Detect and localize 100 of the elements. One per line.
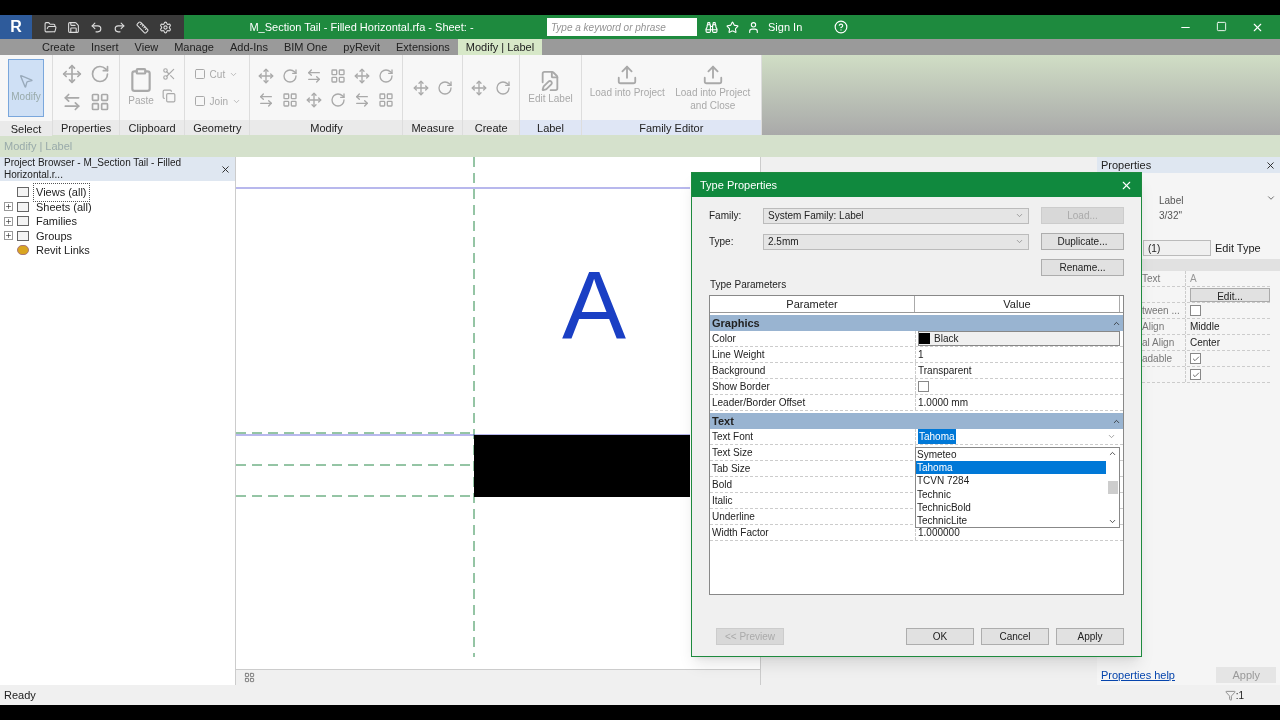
star-icon[interactable] [726,20,739,34]
tool-icon[interactable] [282,91,299,108]
edit-button[interactable]: Edit... [1190,287,1270,302]
ribbon-tab[interactable]: Add-Ins [221,39,276,55]
app-menu-button[interactable]: R [0,15,32,39]
open-icon[interactable] [44,20,57,34]
tool-icon[interactable] [90,63,111,84]
tool-icon[interactable] [436,79,453,96]
field-label: Type: [709,235,735,249]
tool-icon[interactable] [495,79,512,96]
tool-icon[interactable] [282,67,299,84]
font-option[interactable]: TechnicBold [916,500,1106,514]
ribbon-tab[interactable]: pyRevit [335,39,388,55]
tree-item-icon [17,187,29,198]
tool-icon[interactable] [258,91,275,108]
group-header[interactable]: Graphics [712,314,760,332]
field-label: Family: [709,209,743,223]
binoculars-icon[interactable] [705,20,718,34]
maximize-icon[interactable] [1216,20,1227,32]
ruler-icon[interactable] [136,20,149,34]
tool-icon[interactable] [354,67,371,84]
ribbon-tab[interactable]: Extensions [388,39,458,55]
tree-item[interactable]: Views (all) [33,183,90,202]
tool-icon[interactable] [306,67,323,84]
tool-icon[interactable] [90,91,111,112]
checkbox[interactable] [1190,369,1201,380]
close-icon[interactable] [220,163,231,175]
filter-icon[interactable] [1224,689,1236,701]
scroll-up-icon[interactable] [1108,449,1117,458]
dialog-button[interactable]: Rename... [1041,259,1124,276]
tool-icon[interactable] [378,91,395,108]
sign-in-button[interactable]: Sign In [768,18,803,36]
tool-icon[interactable] [330,67,347,84]
ribbon-tab[interactable]: View [126,39,167,55]
dialog-button[interactable]: OK [906,628,974,645]
scroll-down-icon[interactable] [1108,517,1117,526]
expand-icon[interactable] [4,231,13,241]
group-header[interactable]: Text [712,412,734,430]
user-icon[interactable] [747,20,760,34]
options-bar-label: Modify | Label [4,138,73,154]
tool-icon[interactable] [471,79,488,96]
view-control-icon[interactable] [244,672,255,683]
help-link[interactable]: Properties help [1101,666,1175,684]
parameter-name: Color [711,332,737,346]
expand-icon[interactable] [4,216,13,226]
copy-icon[interactable] [162,89,177,103]
tool-icon[interactable] [378,67,395,84]
caret-icon [1015,211,1024,220]
search-field[interactable]: Type a keyword or phrase [547,18,697,36]
scissors-icon[interactable] [162,67,177,81]
checkbox[interactable] [918,381,929,392]
ribbon-tab[interactable]: Manage [166,39,222,55]
type-dropdown[interactable]: 2.5mm [763,233,1029,250]
caret-icon [1015,237,1024,246]
label-text: A [562,255,627,355]
dialog-button[interactable]: Apply [1056,628,1124,645]
tool-icon[interactable] [306,91,323,108]
property-label: Align [1142,320,1165,334]
parameter-name: Text Size [711,446,754,460]
dialog-button[interactable]: Cancel [981,628,1049,645]
parameter-value: 1.0000 mm [918,396,969,410]
scroll-thumb[interactable] [1107,481,1118,494]
ribbon-tab[interactable]: Insert [83,39,127,55]
tool-icon[interactable] [330,91,347,108]
checkbox[interactable] [1190,353,1201,364]
tool-icon[interactable] [62,63,83,84]
help-icon[interactable] [834,20,849,34]
ribbon-tab[interactable]: BIM One [275,39,336,55]
tool-icon[interactable] [354,91,371,108]
ribbon-panel-label: Select [0,121,52,136]
ribbon-tab[interactable]: Modify | Label [457,39,543,55]
checkbox[interactable] [1190,305,1201,316]
tool-icon[interactable] [412,79,429,96]
section-title: Type Parameters [709,278,788,292]
redo-icon[interactable] [113,20,126,34]
font-option[interactable]: Tahoma [916,461,1106,475]
dialog-button[interactable]: Duplicate... [1041,233,1124,250]
font-option[interactable]: Technic [916,487,1106,501]
close-icon[interactable] [1265,159,1276,171]
save-icon[interactable] [67,20,80,34]
tree-item-icon [17,230,29,241]
font-combo-field[interactable]: Tahoma [918,429,1120,444]
expand-icon[interactable] [4,202,13,212]
ribbon-tab[interactable]: Create [34,39,84,55]
edit-type-button[interactable]: Edit Type [1215,239,1261,257]
column-header[interactable]: Parameter [710,296,915,312]
font-option[interactable]: TCVN 7284 [916,474,1106,488]
column-header[interactable]: Value [915,296,1120,312]
tool-icon[interactable] [258,67,275,84]
caret-icon[interactable] [1266,193,1276,203]
ribbon-panel-label: Properties [53,120,120,135]
settings-icon[interactable] [159,20,172,34]
instance-selector[interactable]: (1) [1143,240,1211,256]
color-button[interactable]: Black [918,331,1120,346]
parameter-name: Leader/Border Offset [711,396,807,410]
ribbon-panel-label: Family Editor [581,120,761,135]
undo-icon[interactable] [90,20,103,34]
font-option[interactable]: TechnicLite [916,513,1106,528]
type-dropdown[interactable]: System Family: Label [763,207,1029,224]
font-option[interactable]: Symeteo [916,448,1106,462]
